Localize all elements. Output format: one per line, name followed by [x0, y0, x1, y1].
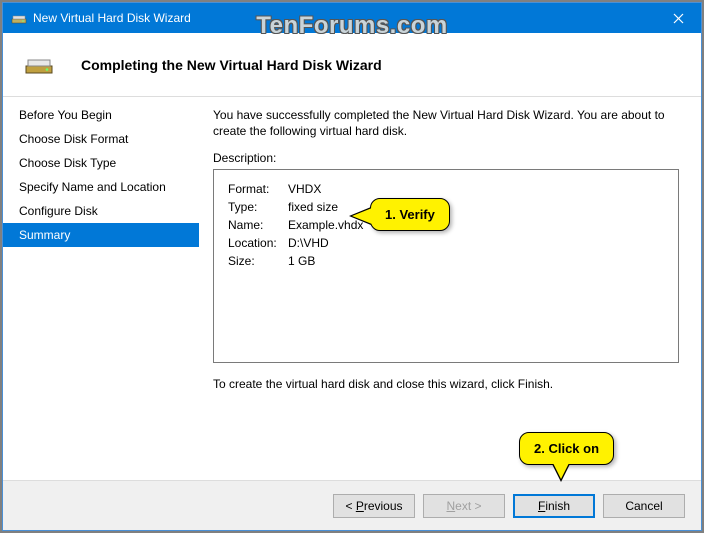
sidebar-item-choose-disk-format[interactable]: Choose Disk Format [3, 127, 199, 151]
description-label: Description: [213, 151, 679, 165]
desc-row-size: Size: 1 GB [228, 252, 664, 270]
page-title: Completing the New Virtual Hard Disk Wiz… [81, 57, 382, 73]
hard-disk-icon [11, 10, 27, 26]
sidebar-item-specify-name-location[interactable]: Specify Name and Location [3, 175, 199, 199]
annotation-clickon: 2. Click on [519, 432, 614, 465]
close-button[interactable] [655, 3, 701, 33]
body-area: Before You Begin Choose Disk Format Choo… [3, 97, 701, 480]
sidebar-item-choose-disk-type[interactable]: Choose Disk Type [3, 151, 199, 175]
next-button: Next > [423, 494, 505, 518]
instruction-text: To create the virtual hard disk and clos… [213, 377, 679, 391]
hard-disk-icon [23, 54, 55, 76]
header-area: Completing the New Virtual Hard Disk Wiz… [3, 33, 701, 97]
titlebar: New Virtual Hard Disk Wizard [3, 3, 701, 33]
footer-buttons: < Previous Next > Finish Cancel [3, 480, 701, 530]
finish-button[interactable]: Finish [513, 494, 595, 518]
finish-suffix: inish [545, 499, 570, 513]
desc-key: Size: [228, 252, 288, 270]
desc-key: Location: [228, 234, 288, 252]
desc-key: Name: [228, 216, 288, 234]
next-mnemonic: N [446, 499, 455, 513]
wizard-sidebar: Before You Begin Choose Disk Format Choo… [3, 97, 199, 480]
next-suffix: ext > [455, 499, 481, 513]
desc-value-size: 1 GB [288, 252, 315, 270]
sidebar-item-summary[interactable]: Summary [3, 223, 199, 247]
intro-text: You have successfully completed the New … [213, 107, 679, 139]
desc-value-location: D:\VHD [288, 234, 329, 252]
cancel-button[interactable]: Cancel [603, 494, 685, 518]
annotation-verify: 1. Verify [370, 198, 450, 231]
desc-value-format: VHDX [288, 180, 321, 198]
desc-row-format: Format: VHDX [228, 180, 664, 198]
desc-value-type: fixed size [288, 198, 338, 216]
description-box: Format: VHDX Type: fixed size Name: Exam… [213, 169, 679, 363]
sidebar-item-before-you-begin[interactable]: Before You Begin [3, 103, 199, 127]
window-title: New Virtual Hard Disk Wizard [33, 11, 655, 25]
content-pane: You have successfully completed the New … [199, 97, 701, 480]
desc-key: Type: [228, 198, 288, 216]
desc-row-location: Location: D:\VHD [228, 234, 664, 252]
previous-button[interactable]: < Previous [333, 494, 415, 518]
desc-key: Format: [228, 180, 288, 198]
sidebar-item-configure-disk[interactable]: Configure Disk [3, 199, 199, 223]
